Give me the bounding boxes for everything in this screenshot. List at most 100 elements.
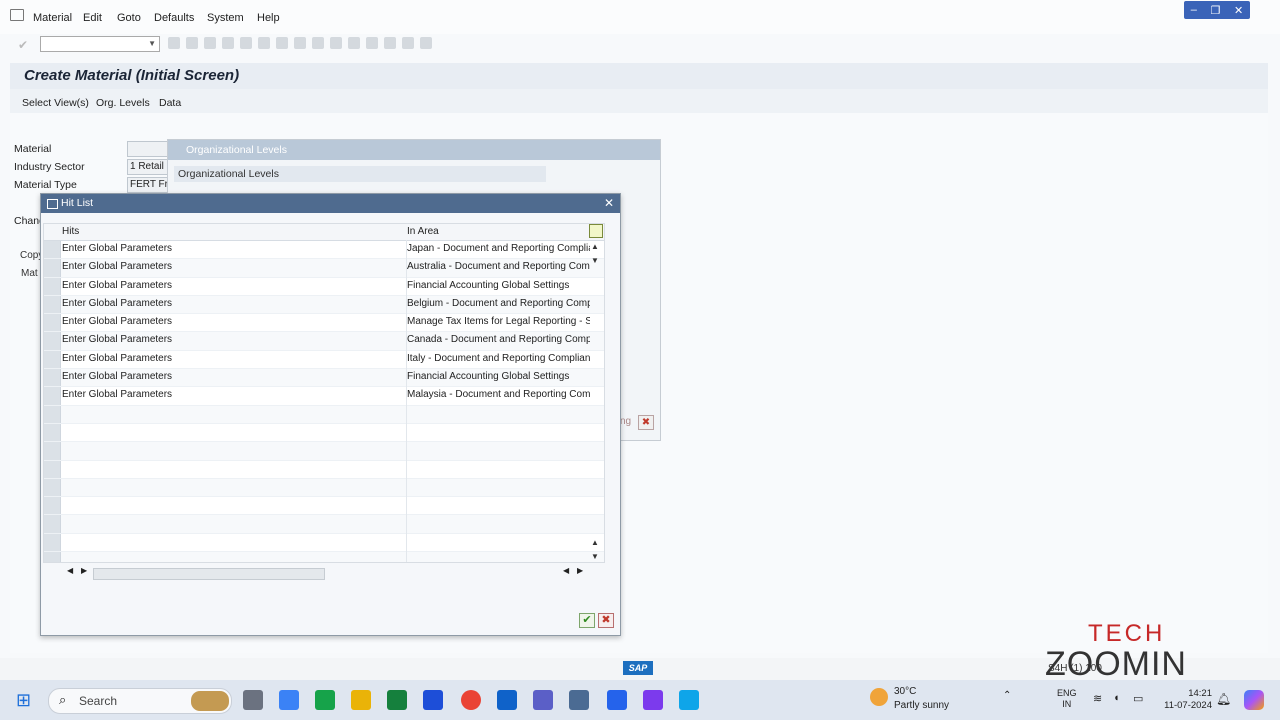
row-selector[interactable]: [44, 552, 61, 562]
row-selector[interactable]: [44, 497, 61, 515]
menu-help[interactable]: Help: [257, 12, 280, 24]
menu-system[interactable]: System: [207, 12, 244, 24]
exit-icon[interactable]: [204, 37, 216, 49]
cell-hit[interactable]: Enter Global Parameters: [62, 316, 172, 327]
cell-hit[interactable]: Enter Global Parameters: [62, 280, 172, 291]
find-icon[interactable]: [258, 37, 270, 49]
column-header-in-area[interactable]: In Area: [407, 226, 439, 237]
task-view-icon[interactable]: [243, 690, 263, 710]
outlook-icon[interactable]: [497, 690, 517, 710]
scroll-right-icon[interactable]: ▶: [577, 566, 583, 575]
table-row[interactable]: Enter Global Parameters Manage Tax Items …: [44, 314, 604, 333]
row-selector[interactable]: [44, 405, 61, 423]
notepad-icon[interactable]: [607, 690, 627, 710]
find-next-icon[interactable]: [276, 37, 288, 49]
material-type-field[interactable]: FERT Fr: [127, 177, 169, 193]
cell-in-area[interactable]: Belgium - Document and Reporting Compl: [407, 298, 590, 309]
language-indicator[interactable]: ENG IN: [1057, 688, 1077, 710]
close-window-button[interactable]: ✕: [1234, 4, 1243, 17]
store-icon[interactable]: [279, 690, 299, 710]
cell-in-area[interactable]: Financial Accounting Global Settings: [407, 371, 590, 382]
cancel-button[interactable]: ✖: [598, 613, 614, 628]
cell-hit[interactable]: Enter Global Parameters: [62, 261, 172, 272]
row-selector[interactable]: [44, 241, 61, 259]
cell-hit[interactable]: Enter Global Parameters: [62, 353, 172, 364]
row-selector[interactable]: [44, 332, 61, 350]
menu-goto[interactable]: Goto: [117, 12, 141, 24]
shortcut-icon[interactable]: [384, 37, 396, 49]
system-menu-icon[interactable]: [10, 9, 24, 21]
org-levels-button[interactable]: Org. Levels: [96, 97, 150, 109]
cell-hit[interactable]: Enter Global Parameters: [62, 334, 172, 345]
table-row[interactable]: Enter Global Parameters Australia - Docum…: [44, 259, 604, 278]
cell-in-area[interactable]: Australia - Document and Reporting Comp: [407, 261, 590, 272]
row-selector[interactable]: [44, 442, 61, 460]
command-field[interactable]: ▼: [40, 36, 160, 52]
scroll-left-icon[interactable]: ◀: [67, 566, 73, 575]
chrome-icon[interactable]: [461, 690, 481, 710]
table-row[interactable]: Enter Global Parameters Malaysia - Docume…: [44, 387, 604, 406]
column-header-hits[interactable]: Hits: [62, 226, 79, 237]
word-icon[interactable]: [423, 690, 443, 710]
row-selector[interactable]: [44, 277, 61, 295]
select-views-button[interactable]: Select View(s): [22, 97, 89, 109]
taskbar-search[interactable]: ⌕ Search: [48, 688, 232, 714]
table-row[interactable]: Enter Global Parameters Financial Account…: [44, 277, 604, 296]
table-row[interactable]: Enter Global Parameters Financial Account…: [44, 369, 604, 388]
enter-check-icon[interactable]: ✔: [18, 38, 28, 52]
file-explorer-icon[interactable]: [351, 690, 371, 710]
vertical-scrollbar[interactable]: ▲ ▼ ▲ ▼: [589, 240, 601, 562]
row-selector[interactable]: [44, 369, 61, 387]
org-levels-cancel-button[interactable]: ✖: [638, 415, 654, 430]
windows-start-icon[interactable]: ⊞: [16, 690, 36, 710]
sheets-icon[interactable]: [315, 690, 335, 710]
help-icon[interactable]: [402, 37, 414, 49]
cell-hit[interactable]: Enter Global Parameters: [62, 243, 172, 254]
minimize-button[interactable]: –: [1191, 4, 1197, 16]
cancel-icon[interactable]: [222, 37, 234, 49]
wifi-icon[interactable]: ≋: [1093, 692, 1102, 705]
prev-page-icon[interactable]: [312, 37, 324, 49]
row-selector[interactable]: [44, 478, 61, 497]
horizontal-scrollbar[interactable]: ◀ ▶ ◀ ▶: [43, 566, 603, 580]
row-selector[interactable]: [44, 350, 61, 369]
cell-in-area[interactable]: Manage Tax Items for Legal Reporting - S: [407, 316, 590, 327]
battery-icon[interactable]: ▭: [1133, 692, 1143, 705]
notification-bell-icon[interactable]: 🔔︎: [1216, 692, 1231, 706]
scroll-right-icon[interactable]: ▶: [81, 566, 87, 575]
ok-button[interactable]: ✔: [579, 613, 595, 628]
table-row[interactable]: Enter Global Parameters Italy - Document …: [44, 350, 604, 370]
cell-hit[interactable]: Enter Global Parameters: [62, 371, 172, 382]
cell-hit[interactable]: Enter Global Parameters: [62, 298, 172, 309]
chevron-down-icon[interactable]: ▼: [148, 39, 156, 48]
table-row[interactable]: Enter Global Parameters Japan - Document …: [44, 241, 604, 260]
copilot-icon[interactable]: [1244, 690, 1264, 710]
row-selector[interactable]: [44, 295, 61, 314]
scroll-left-icon[interactable]: ◀: [563, 566, 569, 575]
menu-material[interactable]: Material: [33, 12, 72, 24]
system-clock[interactable]: 14:21 11-07-2024: [1164, 688, 1212, 711]
cell-in-area[interactable]: Japan - Document and Reporting Complian: [407, 243, 590, 254]
org-levels-truncated-button[interactable]: ng: [620, 416, 631, 427]
cell-hit[interactable]: Enter Global Parameters: [62, 389, 172, 400]
menu-edit[interactable]: Edit: [83, 12, 102, 24]
remote-desktop-icon[interactable]: [679, 690, 699, 710]
industry-sector-field[interactable]: 1 Retail: [127, 159, 169, 175]
scroll-down-icon[interactable]: ▼: [591, 256, 599, 265]
table-row[interactable]: Enter Global Parameters Belgium - Documen…: [44, 295, 604, 315]
cell-in-area[interactable]: Canada - Document and Reporting Compl: [407, 334, 590, 345]
restore-button[interactable]: ❐: [1211, 4, 1221, 17]
teams-icon[interactable]: [533, 690, 553, 710]
row-selector[interactable]: [44, 259, 61, 277]
scroll-up-icon[interactable]: ▲: [591, 242, 599, 251]
close-icon[interactable]: ✕: [604, 194, 614, 213]
cell-in-area[interactable]: Financial Accounting Global Settings: [407, 280, 590, 291]
row-selector[interactable]: [44, 314, 61, 332]
menu-defaults[interactable]: Defaults: [154, 12, 194, 24]
data-button[interactable]: Data: [159, 97, 181, 109]
print-icon[interactable]: [240, 37, 252, 49]
first-page-icon[interactable]: [294, 37, 306, 49]
row-selector[interactable]: [44, 423, 61, 442]
last-page-icon[interactable]: [348, 37, 360, 49]
scroll-down-icon[interactable]: ▼: [591, 552, 599, 561]
